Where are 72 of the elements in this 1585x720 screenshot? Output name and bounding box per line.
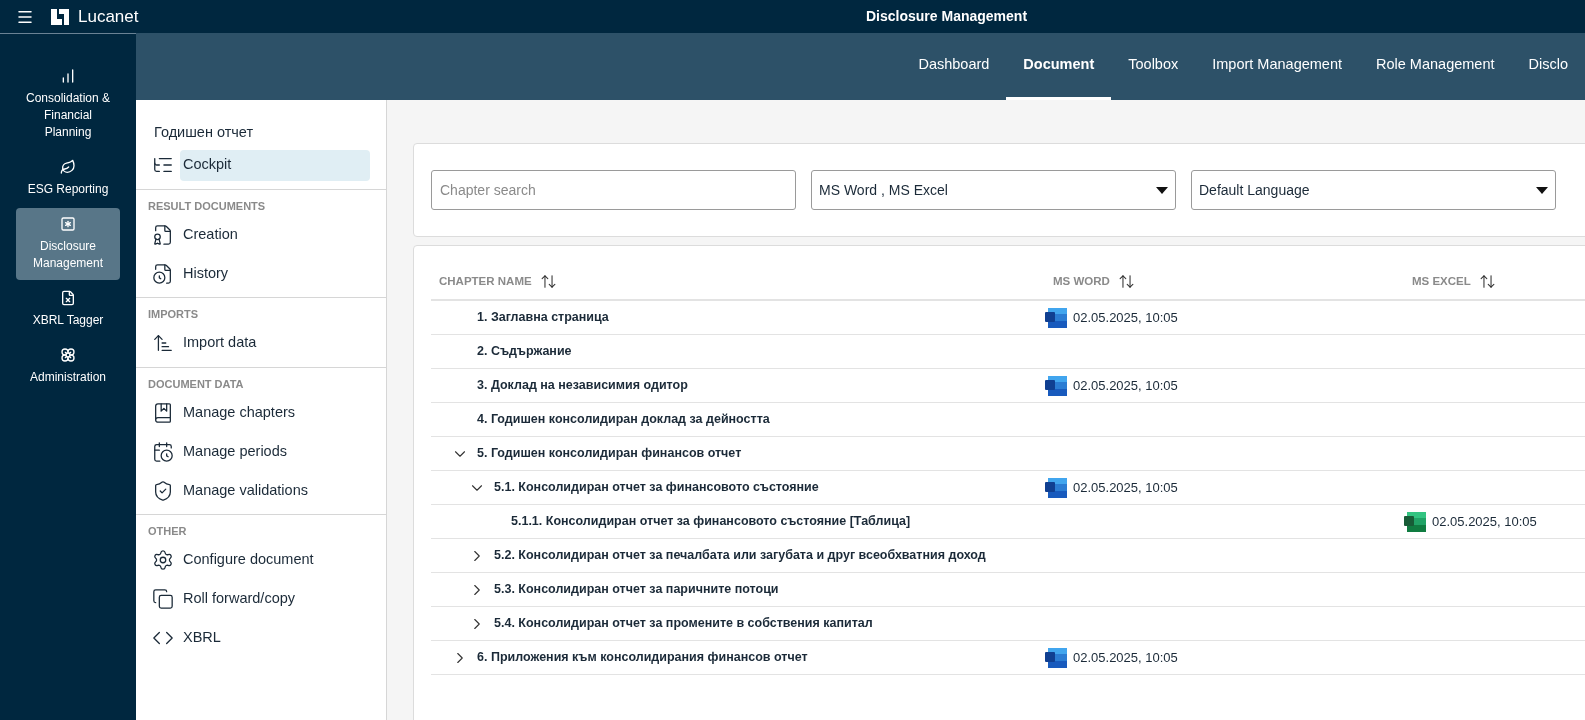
nav-tab[interactable]: Disclo <box>1511 33 1585 100</box>
chapter-name[interactable]: 5.1. Консолидиран отчет за финансовото състояние <box>494 478 819 497</box>
date-text: 02.05.2025, 10:05 <box>1432 512 1537 531</box>
rail-item[interactable]: Administration <box>16 339 120 394</box>
section-header: RESULT DOCUMENTS <box>147 198 267 214</box>
nav-tab[interactable]: Role Management <box>1359 33 1512 100</box>
rail-item[interactable]: ESG Reporting <box>16 151 120 206</box>
file-x-icon <box>60 290 76 306</box>
flower-icon <box>60 347 76 363</box>
side-nav-item[interactable]: Creation <box>180 219 370 251</box>
chapter-name[interactable]: 6. Приложения към консолидирания финансов отчет <box>477 648 808 667</box>
asterisk-icon <box>60 216 76 232</box>
document-clock-icon <box>152 262 174 285</box>
nav-tab[interactable]: Import Management <box>1195 33 1359 100</box>
nav-tab[interactable]: Document <box>1006 33 1112 100</box>
date-text: 02.05.2025, 10:05 <box>1073 478 1178 497</box>
sort-icon[interactable] <box>1117 273 1135 290</box>
dropdown-arrow-icon <box>1536 186 1548 194</box>
chapter-name[interactable]: 5.3. Консолидиран отчет за паричните потоци <box>494 580 779 599</box>
document-badge-icon <box>152 223 174 246</box>
chapter-name[interactable]: 4. Годишен консолидиран доклад за дейността <box>477 410 770 429</box>
language-select[interactable]: Default Language <box>1191 170 1556 210</box>
nav-tab[interactable]: Dashboard <box>901 33 1007 100</box>
side-nav-item[interactable]: Roll forward/copy <box>180 583 370 615</box>
document-file-icon <box>1045 646 1067 669</box>
dropdown-arrow-icon <box>1156 186 1168 194</box>
rail-item[interactable]: XBRL Tagger <box>16 282 120 337</box>
document-file-icon <box>1045 476 1067 499</box>
copy-icon <box>152 588 174 611</box>
format-select[interactable]: MS Word , MS Excel <box>811 170 1176 210</box>
section-header: DOCUMENT DATA <box>147 376 245 392</box>
side-nav-item[interactable]: Manage chapters <box>180 397 370 429</box>
section-header: OTHER <box>147 524 188 540</box>
rail-item[interactable]: Consolidation & Financial Planning <box>16 60 120 149</box>
column-header[interactable]: MS WORD <box>1053 272 1110 291</box>
search-input[interactable]: Chapter search <box>440 179 787 201</box>
logo-icon <box>50 7 70 26</box>
chapter-name[interactable]: 2. Съдържание <box>477 342 572 361</box>
side-nav-item[interactable]: XBRL <box>180 622 370 654</box>
rail-item[interactable]: Disclosure Management <box>16 208 120 280</box>
chapter-name[interactable]: 3. Доклад на независимия одитор <box>477 376 688 395</box>
date-text: 02.05.2025, 10:05 <box>1073 648 1178 667</box>
app-title: Disclosure Management <box>866 7 1028 26</box>
chapter-name[interactable]: 5.1.1. Консолидиран отчет за финансовото състояние [Таблица] <box>511 512 911 531</box>
chapter-name[interactable]: 5.4. Консолидиран отчет за промените в собствения капитал <box>494 614 873 633</box>
side-nav-item[interactable]: Import data <box>180 327 370 359</box>
date-text: 02.05.2025, 10:05 <box>1073 308 1178 327</box>
document-file-icon <box>1045 306 1067 329</box>
calendar-clock-icon <box>152 440 174 463</box>
spreadsheet-file-icon <box>1404 510 1426 533</box>
chart-icon <box>60 68 76 84</box>
date-text: 02.05.2025, 10:05 <box>1073 376 1178 395</box>
brand-name: Lucanet <box>78 5 139 28</box>
sort-icon[interactable] <box>1478 273 1496 290</box>
document-title: Годишен отчет <box>153 123 255 142</box>
side-nav-item[interactable]: Cockpit <box>180 149 370 181</box>
section-header: IMPORTS <box>147 307 200 323</box>
leaf-icon <box>60 159 76 175</box>
side-nav-item[interactable]: Configure document <box>180 544 370 576</box>
chapter-name[interactable]: 5.2. Консолидиран отчет за печалбата или загубата и друг всеобхватния доход <box>494 546 986 565</box>
side-nav-item[interactable]: Manage periods <box>180 436 370 468</box>
nav-tab[interactable]: Toolbox <box>1111 33 1196 100</box>
side-nav-item[interactable]: Manage validations <box>180 475 370 507</box>
shield-check-icon <box>152 479 174 502</box>
book-icon <box>152 401 174 424</box>
settings-icon <box>152 549 174 572</box>
search-field[interactable]: Chapter search <box>431 170 796 210</box>
chapter-name[interactable]: 1. Заглавна страница <box>477 308 609 327</box>
side-nav-item[interactable]: History <box>180 258 370 290</box>
document-file-icon <box>1045 374 1067 397</box>
sort-icon[interactable] <box>539 273 557 290</box>
chapter-name[interactable]: 5. Годишен консолидиран финансов отчет <box>477 444 742 463</box>
